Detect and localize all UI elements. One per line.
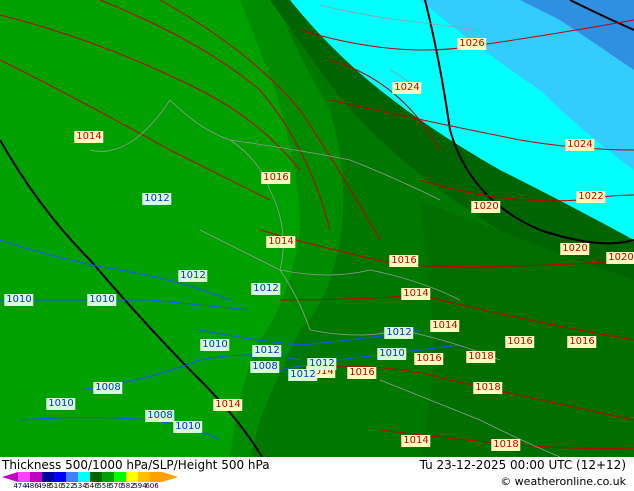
scale-swatch xyxy=(114,472,126,482)
height-label: 1012 xyxy=(251,283,281,295)
scale-swatch xyxy=(150,472,162,482)
height-label: 1010 xyxy=(377,348,407,360)
scale-swatch xyxy=(30,472,42,482)
height-label: 1008 xyxy=(250,361,280,373)
scale-arrow-left xyxy=(2,472,18,482)
map-title: Thickness 500/1000 hPa/SLP/Height 500 hP… xyxy=(2,458,270,472)
map-footer: Thickness 500/1000 hPa/SLP/Height 500 hP… xyxy=(0,457,634,490)
height-label: 1012 xyxy=(252,345,282,357)
weather-map: 1026 1024 1024 1022 1020 1020 1020 1018 1018 1018… xyxy=(0,0,634,457)
height-label: 1010 xyxy=(46,398,76,410)
scale-swatch xyxy=(138,472,150,482)
map-valid-time: Tu 23-12-2025 00:00 UTC (12+12) xyxy=(419,458,626,472)
height-label: 1010 xyxy=(87,294,117,306)
scale-swatch xyxy=(78,472,90,482)
height-label: 1010 xyxy=(173,421,203,433)
height-label: 1010 xyxy=(200,339,230,351)
credit-link[interactable]: © weatheronline.co.uk xyxy=(500,475,626,488)
scale-swatch xyxy=(42,472,54,482)
scale-swatch xyxy=(90,472,102,482)
height-label: 1012 xyxy=(384,327,414,339)
height-label: 1008 xyxy=(93,382,123,394)
height-label: 1012 xyxy=(142,193,172,205)
pressure-labels-blue: 1012 1012 1012 1012 1012 1012 1012 1010 1010 1010… xyxy=(0,0,634,457)
scale-swatch xyxy=(66,472,78,482)
scale-swatch xyxy=(54,472,66,482)
color-scale xyxy=(18,472,162,482)
scale-swatch xyxy=(126,472,138,482)
height-label: 1008 xyxy=(145,410,175,422)
height-label: 1010 xyxy=(4,294,34,306)
height-label: 1012 xyxy=(288,369,318,381)
height-label: 1012 xyxy=(178,270,208,282)
scale-swatch xyxy=(18,472,30,482)
scale-swatch xyxy=(102,472,114,482)
scale-value: 606 xyxy=(145,482,159,490)
scale-arrow-right xyxy=(162,472,178,482)
